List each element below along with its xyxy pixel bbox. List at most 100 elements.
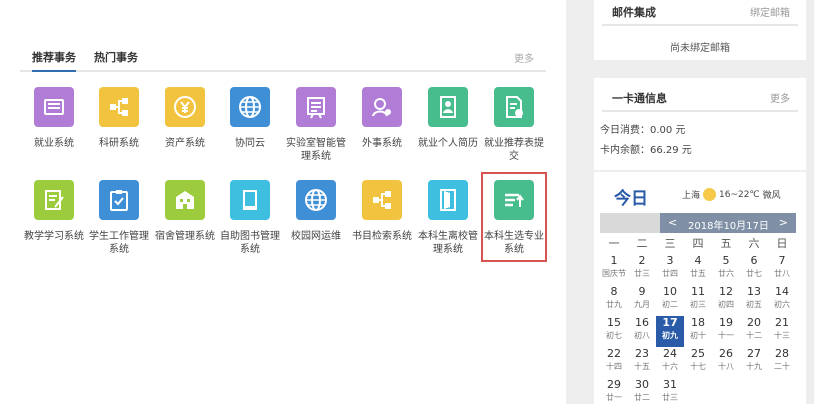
- app-item[interactable]: 自助图书管理系统: [217, 180, 283, 256]
- calendar-day: [684, 378, 712, 404]
- calendar-day[interactable]: 31 廿三: [656, 378, 684, 404]
- calendar-day[interactable]: 10 初二: [656, 285, 684, 316]
- calendar-day[interactable]: 6 廿七: [740, 254, 768, 285]
- calendar-day[interactable]: 8 廿九: [600, 285, 628, 316]
- lunar-date: 十一: [718, 331, 734, 340]
- calendar-day[interactable]: 29 廿一: [600, 378, 628, 404]
- door-icon: [428, 180, 468, 220]
- app-item[interactable]: 外事系统: [349, 87, 415, 150]
- lunar-date: 十七: [690, 362, 706, 371]
- lunar-date: 十八: [718, 362, 734, 371]
- day-number: 2: [638, 254, 646, 267]
- tab-popular[interactable]: 热门事务: [94, 49, 138, 65]
- lunar-date: 廿二: [634, 393, 650, 402]
- calendar-day[interactable]: 17 初九: [656, 316, 684, 347]
- calendar-day[interactable]: 11 初三: [684, 285, 712, 316]
- day-number: 31: [663, 378, 677, 391]
- day-number: 8: [610, 285, 618, 298]
- card-info-title: 一卡通信息: [612, 90, 667, 112]
- lunar-date: 二十: [774, 362, 790, 371]
- calendar-day[interactable]: 30 廿二: [628, 378, 656, 404]
- calendar-day[interactable]: 23 十五: [628, 347, 656, 378]
- tab-recommended[interactable]: 推荐事务: [32, 49, 76, 72]
- id-card-icon: [34, 87, 74, 127]
- calendar-day[interactable]: 22 十四: [600, 347, 628, 378]
- calendar-day[interactable]: 27 十九: [740, 347, 768, 378]
- calendar-day[interactable]: 16 初八: [628, 316, 656, 347]
- globe-icon: [296, 180, 336, 220]
- app-label: 协同云: [235, 138, 265, 149]
- weekday-label: 四: [692, 237, 704, 250]
- calendar-day[interactable]: 3 廿四: [656, 254, 684, 285]
- building-icon: [165, 180, 205, 220]
- calendar-day[interactable]: 24 十六: [656, 347, 684, 378]
- app-item[interactable]: 学生工作管理系统: [86, 180, 152, 256]
- prev-month-button[interactable]: <: [668, 216, 677, 229]
- lunar-date: 十六: [662, 362, 678, 371]
- calendar-day[interactable]: 12 初四: [712, 285, 740, 316]
- today-spend: 今日消费：0.00 元: [600, 125, 686, 136]
- calendar-month-title: 2018年10月17日: [688, 221, 769, 232]
- calendar-day[interactable]: 28 二十: [768, 347, 796, 378]
- lunar-date: 廿八: [774, 269, 790, 278]
- app-item[interactable]: 就业个人简历: [415, 87, 481, 150]
- right-sidebar: 邮件集成 绑定邮箱 尚未绑定邮箱 一卡通信息 更多 今日消费：0.00 元 卡内…: [594, 0, 814, 404]
- calendar-nav: < 2018年10月17日 >: [600, 213, 796, 233]
- yen-icon: [165, 87, 205, 127]
- weather-city: 上海: [682, 191, 701, 201]
- app-item[interactable]: 实验室智能管理系统: [283, 87, 349, 163]
- clipboard-check-icon: [99, 180, 139, 220]
- calendar-day[interactable]: 7 廿八: [768, 254, 796, 285]
- calendar-day[interactable]: 25 十七: [684, 347, 712, 378]
- calendar-day[interactable]: 15 初七: [600, 316, 628, 347]
- weekday-label: 五: [720, 237, 732, 250]
- app-item[interactable]: 科研系统: [86, 87, 152, 150]
- app-item[interactable]: 书目检索系统: [349, 180, 415, 243]
- calendar-day: [712, 378, 740, 404]
- app-item[interactable]: 资产系统: [152, 87, 218, 150]
- weather-temp: 16~22℃: [719, 189, 760, 200]
- book-icon: [230, 180, 270, 220]
- mail-status: 尚未绑定邮箱: [670, 43, 730, 54]
- card-balance: 卡内余额：66.29 元: [600, 145, 692, 156]
- lunar-date: 初五: [746, 300, 762, 309]
- calendar-day: [740, 378, 768, 404]
- weekday-label: 三: [664, 237, 676, 250]
- mail-card: 邮件集成 绑定邮箱 尚未绑定邮箱: [594, 0, 806, 60]
- calendar-day[interactable]: 20 十二: [740, 316, 768, 347]
- more-link[interactable]: 更多: [514, 50, 534, 65]
- app-item[interactable]: 教学学习系统: [21, 180, 87, 243]
- calendar-day[interactable]: 1 国庆节: [600, 254, 628, 285]
- app-item[interactable]: 就业系统: [21, 87, 87, 150]
- app-item[interactable]: 协同云: [217, 87, 283, 150]
- app-item[interactable]: 校园网运维: [283, 180, 349, 243]
- lunar-date: 廿五: [690, 269, 706, 278]
- calendar-day[interactable]: 5 廿六: [712, 254, 740, 285]
- calendar-day[interactable]: 13 初五: [740, 285, 768, 316]
- calendar-day[interactable]: 26 十八: [712, 347, 740, 378]
- calendar-day[interactable]: 9 九月: [628, 285, 656, 316]
- calendar-day[interactable]: 4 廿五: [684, 254, 712, 285]
- calendar-day: [768, 378, 796, 404]
- day-number: 27: [747, 347, 761, 360]
- app-item[interactable]: 本科生离校管理系统: [415, 180, 481, 256]
- lunar-date: 廿一: [606, 393, 622, 402]
- day-number: 4: [694, 254, 702, 267]
- bind-mail-link[interactable]: 绑定邮箱: [750, 4, 790, 19]
- day-number: 22: [607, 347, 621, 360]
- day-number: 6: [750, 254, 758, 267]
- next-month-button[interactable]: >: [779, 216, 788, 229]
- calendar-day[interactable]: 2 廿三: [628, 254, 656, 285]
- day-number: 28: [775, 347, 789, 360]
- calendar-day[interactable]: 19 十一: [712, 316, 740, 347]
- calendar-day[interactable]: 21 十三: [768, 316, 796, 347]
- card-info-more-link[interactable]: 更多: [770, 90, 790, 105]
- app-item[interactable]: 宿舍管理系统: [152, 180, 218, 243]
- day-number: 7: [778, 254, 786, 267]
- calendar-day[interactable]: 14 初六: [768, 285, 796, 316]
- person-badge-icon: [362, 87, 402, 127]
- weekday-label: 二: [636, 237, 648, 250]
- calendar-day[interactable]: 18 初十: [684, 316, 712, 347]
- app-item[interactable]: 就业推荐表提交: [481, 87, 547, 163]
- day-number: 16: [635, 316, 649, 329]
